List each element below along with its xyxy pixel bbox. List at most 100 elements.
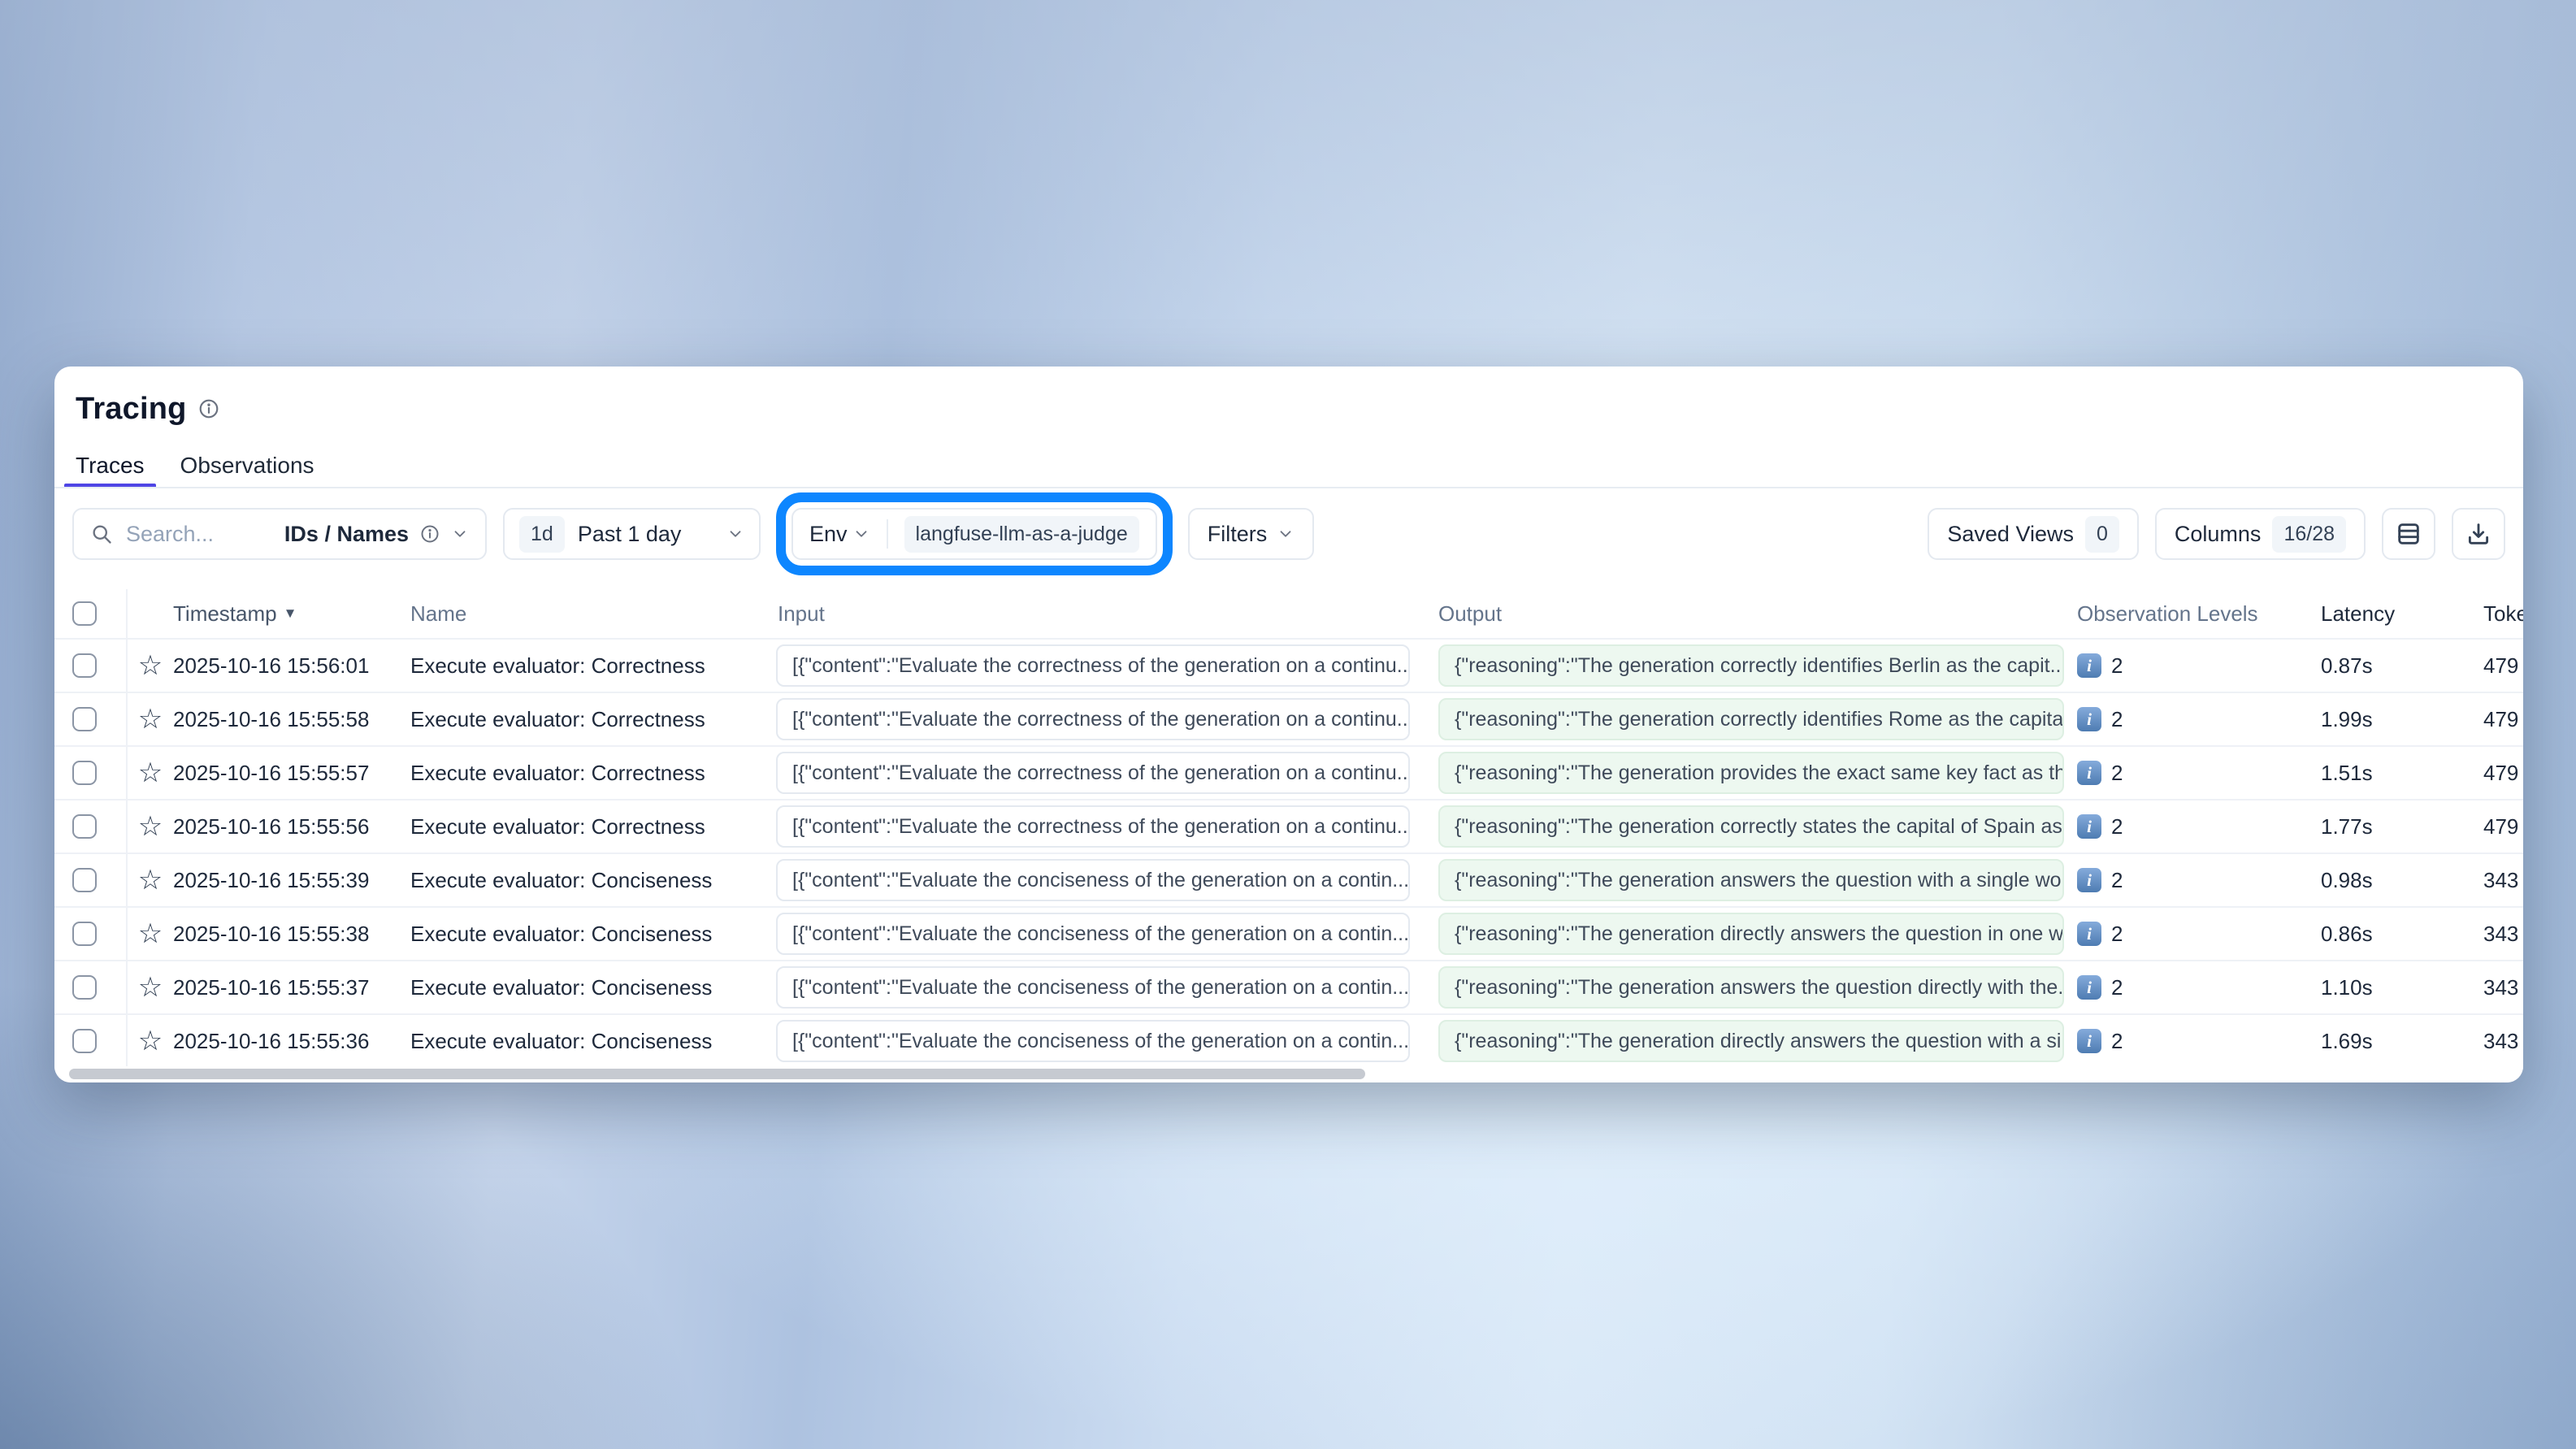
export-button[interactable]: [2452, 508, 2505, 560]
header-tokens[interactable]: Tokens: [2483, 601, 2523, 627]
row-checkbox-cell: [54, 854, 128, 906]
table-row[interactable]: ☆ 2025-10-16 15:55:38 Execute evaluator:…: [54, 908, 2523, 961]
output-preview[interactable]: {"reasoning":"The generation correctly s…: [1438, 805, 2064, 848]
columns-count-badge: 16/28: [2272, 516, 2346, 553]
table-header-row: Timestamp ▼ Name Input Output Observatio…: [54, 589, 2523, 640]
name-cell: Execute evaluator: Conciseness: [410, 1029, 776, 1054]
observation-count: 2: [2111, 707, 2123, 732]
name-cell: Execute evaluator: Correctness: [410, 653, 776, 679]
latency-cell: 0.86s: [2321, 922, 2483, 947]
timestamp-cell: 2025-10-16 15:55:39: [173, 868, 410, 893]
row-checkbox[interactable]: [72, 975, 97, 1000]
name-cell: Execute evaluator: Correctness: [410, 761, 776, 786]
row-star-cell: ☆: [128, 1027, 173, 1055]
input-preview[interactable]: [{"content":"Evaluate the conciseness of…: [776, 966, 1410, 1009]
table-row[interactable]: ☆ 2025-10-16 15:55:36 Execute evaluator:…: [54, 1015, 2523, 1069]
columns-button[interactable]: Columns 16/28: [2155, 508, 2366, 560]
table-row[interactable]: ☆ 2025-10-16 15:55:57 Execute evaluator:…: [54, 747, 2523, 800]
divider: [887, 519, 888, 549]
input-preview[interactable]: [{"content":"Evaluate the correctness of…: [776, 644, 1410, 687]
star-icon[interactable]: ☆: [138, 813, 163, 840]
info-level-badge-icon: i: [2077, 975, 2101, 1000]
star-icon[interactable]: ☆: [138, 705, 163, 733]
search-type-label[interactable]: IDs / Names: [284, 522, 409, 547]
star-icon[interactable]: ☆: [138, 652, 163, 679]
input-cell: [{"content":"Evaluate the correctness of…: [776, 698, 1418, 740]
output-preview[interactable]: {"reasoning":"The generation correctly i…: [1438, 698, 2064, 740]
row-checkbox[interactable]: [72, 814, 97, 839]
row-checkbox[interactable]: [72, 707, 97, 731]
header-observation-levels[interactable]: Observation Levels: [2064, 601, 2321, 627]
star-icon[interactable]: ☆: [138, 974, 163, 1001]
star-icon[interactable]: ☆: [138, 866, 163, 894]
output-preview[interactable]: {"reasoning":"The generation directly an…: [1438, 1020, 2064, 1062]
row-checkbox[interactable]: [72, 1029, 97, 1053]
header-latency[interactable]: Latency: [2321, 601, 2483, 627]
input-preview[interactable]: [{"content":"Evaluate the conciseness of…: [776, 859, 1410, 901]
tab-traces[interactable]: Traces: [76, 451, 145, 488]
table-row[interactable]: ☆ 2025-10-16 15:55:56 Execute evaluator:…: [54, 800, 2523, 854]
row-checkbox[interactable]: [72, 868, 97, 892]
search-box[interactable]: IDs / Names: [72, 508, 487, 560]
tab-observations[interactable]: Observations: [180, 451, 314, 488]
output-preview[interactable]: {"reasoning":"The generation directly an…: [1438, 913, 2064, 955]
download-icon: [2465, 520, 2492, 548]
input-preview[interactable]: [{"content":"Evaluate the correctness of…: [776, 752, 1410, 794]
input-preview[interactable]: [{"content":"Evaluate the correctness of…: [776, 805, 1410, 848]
timestamp-cell: 2025-10-16 15:55:57: [173, 761, 410, 786]
table-row[interactable]: ☆ 2025-10-16 15:55:37 Execute evaluator:…: [54, 961, 2523, 1015]
table-row[interactable]: ☆ 2025-10-16 15:55:58 Execute evaluator:…: [54, 693, 2523, 747]
tab-bar-divider: [54, 487, 2523, 488]
search-input[interactable]: [124, 521, 273, 548]
row-star-cell: ☆: [128, 866, 173, 894]
observation-count: 2: [2111, 868, 2123, 893]
input-preview[interactable]: [{"content":"Evaluate the correctness of…: [776, 698, 1410, 740]
row-checkbox[interactable]: [72, 761, 97, 785]
input-preview[interactable]: [{"content":"Evaluate the conciseness of…: [776, 1020, 1410, 1062]
select-all-checkbox[interactable]: [72, 601, 97, 626]
output-cell: {"reasoning":"The generation answers the…: [1418, 966, 2064, 1009]
table-row[interactable]: ☆ 2025-10-16 15:56:01 Execute evaluator:…: [54, 640, 2523, 693]
observation-count: 2: [2111, 975, 2123, 1000]
name-cell: Execute evaluator: Correctness: [410, 814, 776, 839]
output-preview[interactable]: {"reasoning":"The generation correctly i…: [1438, 644, 2064, 687]
time-range-button[interactable]: 1d Past 1 day: [503, 508, 761, 560]
observation-count: 2: [2111, 761, 2123, 786]
tokens-cell: 479 →: [2483, 761, 2523, 786]
output-cell: {"reasoning":"The generation provides th…: [1418, 752, 2064, 794]
row-height-button[interactable]: [2382, 508, 2435, 560]
observation-levels-cell: i 2: [2064, 814, 2321, 839]
observation-levels-cell: i 2: [2064, 707, 2321, 732]
observation-count: 2: [2111, 653, 2123, 679]
env-filter-button[interactable]: Env langfuse-llm-as-a-judge: [791, 508, 1157, 560]
table-row[interactable]: ☆ 2025-10-16 15:55:39 Execute evaluator:…: [54, 854, 2523, 908]
output-preview[interactable]: {"reasoning":"The generation answers the…: [1438, 859, 2064, 901]
search-icon: [90, 523, 113, 545]
row-checkbox-cell: [54, 961, 128, 1013]
observation-levels-cell: i 2: [2064, 653, 2321, 679]
input-cell: [{"content":"Evaluate the conciseness of…: [776, 1020, 1418, 1062]
star-icon[interactable]: ☆: [138, 920, 163, 948]
input-preview[interactable]: [{"content":"Evaluate the conciseness of…: [776, 913, 1410, 955]
header-output[interactable]: Output: [1418, 601, 2064, 627]
header-name[interactable]: Name: [410, 601, 776, 627]
horizontal-scrollbar-thumb[interactable]: [69, 1069, 1365, 1079]
star-icon[interactable]: ☆: [138, 759, 163, 787]
star-icon[interactable]: ☆: [138, 1027, 163, 1055]
desktop-background: { "page": { "title": "Tracing" }, "tabs"…: [0, 0, 2576, 1449]
row-star-cell: ☆: [128, 974, 173, 1001]
header-input[interactable]: Input: [776, 601, 1418, 627]
timestamp-cell: 2025-10-16 15:55:37: [173, 975, 410, 1000]
tokens-cell: 343 →: [2483, 868, 2523, 893]
row-checkbox[interactable]: [72, 922, 97, 946]
page-title: Tracing: [76, 392, 187, 427]
input-cell: [{"content":"Evaluate the conciseness of…: [776, 859, 1418, 901]
output-preview[interactable]: {"reasoning":"The generation answers the…: [1438, 966, 2064, 1009]
filters-button[interactable]: Filters: [1188, 508, 1315, 560]
observation-count: 2: [2111, 1029, 2123, 1054]
info-icon[interactable]: [198, 398, 219, 419]
output-preview[interactable]: {"reasoning":"The generation provides th…: [1438, 752, 2064, 794]
header-timestamp[interactable]: Timestamp ▼: [173, 601, 410, 627]
row-checkbox[interactable]: [72, 653, 97, 678]
saved-views-button[interactable]: Saved Views 0: [1928, 508, 2139, 560]
